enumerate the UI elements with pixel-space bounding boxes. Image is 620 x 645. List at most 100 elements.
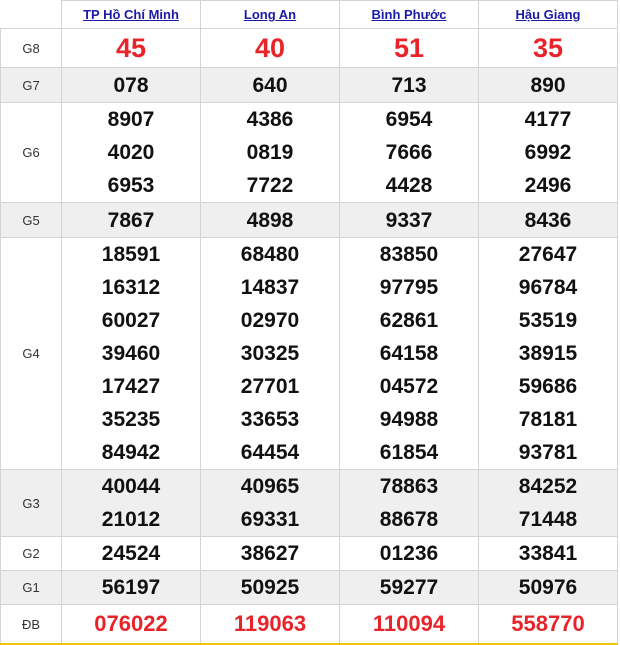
prize-number: 27701 bbox=[240, 375, 300, 398]
prize-number: 50925 bbox=[240, 576, 300, 599]
prize-number: 78181 bbox=[518, 408, 578, 431]
prize-label: G4 bbox=[0, 237, 62, 470]
prize-number: 45 bbox=[115, 33, 147, 63]
prize-number: 9337 bbox=[385, 208, 433, 232]
prize-number: 4020 bbox=[107, 141, 155, 164]
prize-number: 96784 bbox=[518, 276, 578, 299]
prize-cell: 01236 bbox=[339, 536, 479, 571]
prize-number: 640 bbox=[252, 73, 288, 97]
prize-number: 33841 bbox=[518, 542, 578, 565]
prize-number: 35235 bbox=[101, 408, 161, 431]
prize-number: 7666 bbox=[385, 141, 433, 164]
prize-cell: 40965 69331 bbox=[200, 469, 340, 537]
prize-number: 56197 bbox=[101, 576, 161, 599]
prize-cell: 56197 bbox=[61, 570, 201, 605]
prize-cell: 4177 6992 2496 bbox=[478, 102, 618, 203]
prize-number: 60027 bbox=[101, 309, 161, 332]
prize-cell: 9337 bbox=[339, 202, 479, 238]
prize-label: G5 bbox=[0, 202, 62, 238]
prize-number: 39460 bbox=[101, 342, 161, 365]
prize-number: 78863 bbox=[379, 475, 439, 498]
prize-cell: 24524 bbox=[61, 536, 201, 571]
prize-number: 17427 bbox=[101, 375, 161, 398]
province-header: TP Hồ Chí Minh bbox=[61, 0, 201, 29]
prize-cell: 18591 16312 60027 39460 17427 35235 84942 bbox=[61, 237, 201, 470]
prize-number: 27647 bbox=[518, 243, 578, 266]
prize-number: 4428 bbox=[385, 174, 433, 197]
prize-row: G3 40044 21012 40965 69331 78863 88678 84252 714… bbox=[0, 469, 618, 537]
prize-number: 16312 bbox=[101, 276, 161, 299]
prize-row: G1 56197 50925 59277 50976 bbox=[0, 570, 618, 605]
prize-number: 713 bbox=[391, 73, 427, 97]
prize-label: G3 bbox=[0, 469, 62, 537]
prize-cell: 35 bbox=[478, 28, 618, 68]
prize-cell: 38627 bbox=[200, 536, 340, 571]
prize-number: 6954 bbox=[385, 108, 433, 131]
prize-row: G6 8907 4020 6953 4386 0819 7722 6954 7666 4428 41… bbox=[0, 102, 618, 203]
prize-number: 40044 bbox=[101, 475, 161, 498]
prize-number: 30325 bbox=[240, 342, 300, 365]
province-header: Long An bbox=[200, 0, 340, 29]
prize-number: 21012 bbox=[101, 508, 161, 531]
prize-cell: 076022 bbox=[61, 604, 201, 645]
prize-cell: 078 bbox=[61, 67, 201, 103]
prize-cell: 33841 bbox=[478, 536, 618, 571]
prize-number: 18591 bbox=[101, 243, 161, 266]
province-link[interactable]: TP Hồ Chí Minh bbox=[83, 7, 179, 22]
prize-number: 51 bbox=[393, 33, 425, 63]
prize-number: 83850 bbox=[379, 243, 439, 266]
prize-number: 50976 bbox=[518, 576, 578, 599]
prize-rows: G8 45 40 51 35 G7 078 640 713 890 G6 8907 4020 6953 43… bbox=[0, 28, 618, 645]
prize-label: G6 bbox=[0, 102, 62, 203]
province-header-row: TP Hồ Chí Minh Long An Bình Phước Hậu Gi… bbox=[0, 0, 618, 29]
province-link[interactable]: Long An bbox=[244, 7, 296, 22]
prize-number: 59277 bbox=[379, 576, 439, 599]
prize-number: 94988 bbox=[379, 408, 439, 431]
prize-cell: 50976 bbox=[478, 570, 618, 605]
prize-cell: 6954 7666 4428 bbox=[339, 102, 479, 203]
prize-cell: 68480 14837 02970 30325 27701 33653 64454 bbox=[200, 237, 340, 470]
prize-number: 97795 bbox=[379, 276, 439, 299]
prize-cell: 640 bbox=[200, 67, 340, 103]
prize-label: ĐB bbox=[0, 604, 62, 645]
prize-cell: 8436 bbox=[478, 202, 618, 238]
prize-number: 71448 bbox=[518, 508, 578, 531]
prize-number: 558770 bbox=[511, 611, 585, 636]
prize-cell: 558770 bbox=[478, 604, 618, 645]
prize-row: G5 7867 4898 9337 8436 bbox=[0, 202, 618, 238]
prize-number: 38915 bbox=[518, 342, 578, 365]
province-header: Bình Phước bbox=[339, 0, 479, 29]
prize-number: 35 bbox=[532, 33, 564, 63]
prize-label: G1 bbox=[0, 570, 62, 605]
prize-number: 33653 bbox=[240, 408, 300, 431]
prize-cell: 78863 88678 bbox=[339, 469, 479, 537]
prize-number: 59686 bbox=[518, 375, 578, 398]
prize-cell: 27647 96784 53519 38915 59686 78181 93781 bbox=[478, 237, 618, 470]
prize-cell: 59277 bbox=[339, 570, 479, 605]
province-header: Hậu Giang bbox=[478, 0, 618, 29]
prize-number: 62861 bbox=[379, 309, 439, 332]
prize-number: 64158 bbox=[379, 342, 439, 365]
prize-cell: 4898 bbox=[200, 202, 340, 238]
prize-number: 7867 bbox=[107, 208, 155, 232]
prize-number: 6953 bbox=[107, 174, 155, 197]
prize-number: 24524 bbox=[101, 542, 161, 565]
prize-cell: 713 bbox=[339, 67, 479, 103]
prize-cell: 40 bbox=[200, 28, 340, 68]
prize-number: 078 bbox=[113, 73, 149, 97]
prize-number: 64454 bbox=[240, 441, 300, 464]
province-link[interactable]: Bình Phước bbox=[372, 7, 447, 22]
prize-cell: 7867 bbox=[61, 202, 201, 238]
prize-label: G8 bbox=[0, 28, 62, 68]
prize-number: 076022 bbox=[94, 611, 168, 636]
prize-number: 40 bbox=[254, 33, 286, 63]
prize-cell: 890 bbox=[478, 67, 618, 103]
prize-number: 6992 bbox=[524, 141, 572, 164]
prize-cell: 4386 0819 7722 bbox=[200, 102, 340, 203]
prize-number: 4898 bbox=[246, 208, 294, 232]
prize-number: 4386 bbox=[246, 108, 294, 131]
province-link[interactable]: Hậu Giang bbox=[515, 7, 580, 22]
prize-number: 84942 bbox=[101, 441, 161, 464]
prize-number: 890 bbox=[530, 73, 566, 97]
prize-cell: 110094 bbox=[339, 604, 479, 645]
